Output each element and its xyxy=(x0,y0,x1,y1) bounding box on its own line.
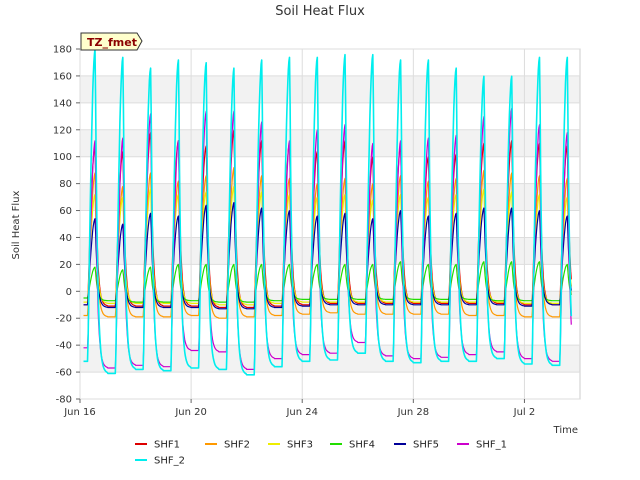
y-tick-label: 100 xyxy=(53,152,72,163)
y-tick-label: -20 xyxy=(56,314,72,325)
legend-label: SHF2 xyxy=(224,440,250,451)
y-tick-label: 60 xyxy=(59,206,72,217)
legend-label: SHF_1 xyxy=(476,440,507,451)
plot-band xyxy=(80,183,580,211)
x-tick-label: Jul 2 xyxy=(513,407,536,418)
y-axis-title: Soil Heat Flux xyxy=(11,190,22,259)
site-tag-label: TZ_fmet xyxy=(87,36,137,49)
y-tick-label: 0 xyxy=(66,287,72,298)
y-tick-label: -40 xyxy=(56,341,72,352)
x-tick-label: Jun 24 xyxy=(285,407,318,418)
y-tick-label: 160 xyxy=(53,71,72,82)
legend-label: SHF4 xyxy=(349,440,375,451)
site-tag: TZ_fmet xyxy=(80,32,143,51)
y-tick-label: 120 xyxy=(53,125,72,136)
x-tick-label: Jun 20 xyxy=(174,407,207,418)
y-tick-label: 80 xyxy=(59,179,72,190)
plot-band xyxy=(80,129,580,157)
soil-heat-flux-chart: -80 -60 -40 -20 0 20 40 60 80 100 120 140 160 180 Jun… xyxy=(0,0,640,480)
y-tick-label: 20 xyxy=(59,260,72,271)
y-tick-label: 180 xyxy=(53,45,72,56)
legend-label: SHF5 xyxy=(413,440,439,451)
x-tick-label: Jun 16 xyxy=(63,407,96,418)
y-tick-label: -60 xyxy=(56,368,72,379)
plot-band xyxy=(80,75,580,103)
legend-label: SHF_2 xyxy=(154,456,185,467)
plot-band xyxy=(80,237,580,265)
x-tick-label: Jun 28 xyxy=(397,407,430,418)
y-tick-label: -80 xyxy=(56,395,72,406)
legend-label: SHF3 xyxy=(287,440,313,451)
chart-title: Soil Heat Flux xyxy=(275,4,365,19)
legend-label: SHF1 xyxy=(154,440,180,451)
x-axis-title: Time xyxy=(553,425,578,436)
y-tick-label: 140 xyxy=(53,98,72,109)
y-tick-label: 40 xyxy=(59,233,72,244)
